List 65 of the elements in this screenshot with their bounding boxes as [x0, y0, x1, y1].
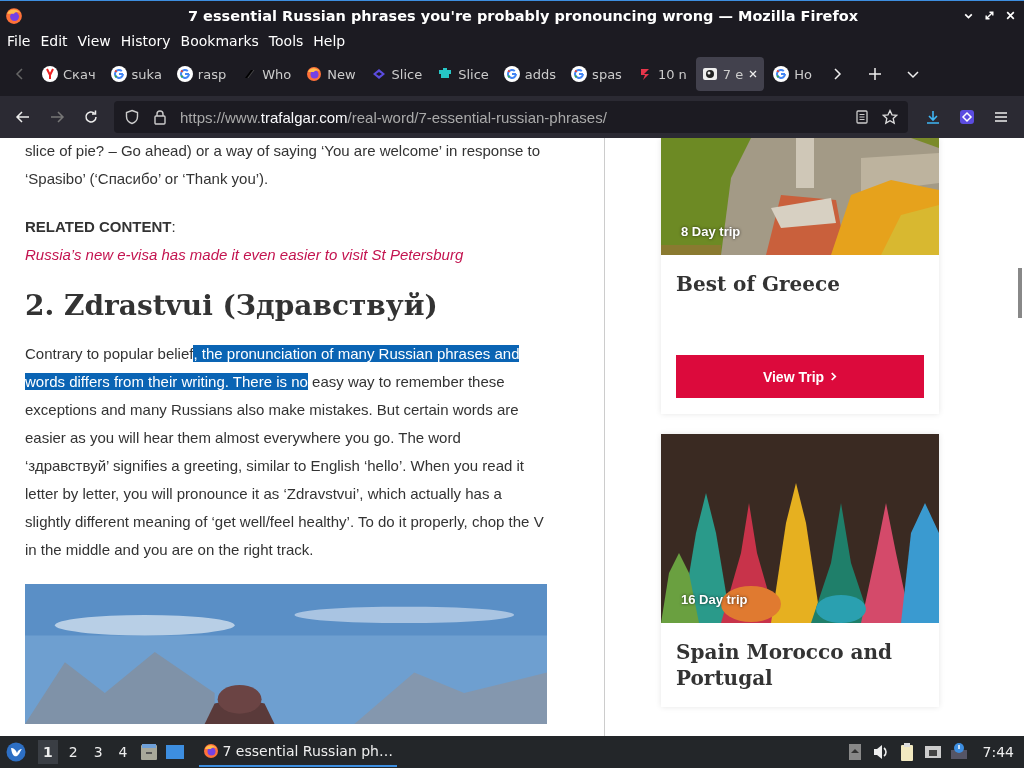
menu-item[interactable]: History: [115, 33, 176, 49]
trip-title: Spain Morocco and Portugal: [676, 639, 893, 691]
close-icon[interactable]: [748, 69, 759, 79]
firefox-icon: [202, 743, 219, 759]
article-paragraph: Contrary to popular belief, the pronunciation of many Russian phrases and words differs from their writing. There is no easy way to remember these exceptions and many Russians also make mistakes. But certain words are easier as you will hear them almost everywhere you go. The word ‘здравствуй’ signifies a greeting, similar to English ‘hello’. When you read it letter by letter, you will pronounce it as ‘Zdravstvui’, which actually has a slightly different meaning of ‘get well/feel healthy’. To do it properly, chop the V in the middle and you are on the right track.: [25, 344, 545, 560]
scrollbar[interactable]: [1018, 268, 1022, 318]
yandex-icon: [42, 66, 58, 82]
browser-tab[interactable]: adds: [497, 57, 563, 91]
google-icon: [110, 66, 127, 82]
shield-icon[interactable]: [124, 109, 140, 125]
workspace-button[interactable]: 3: [88, 740, 108, 764]
google-icon: [773, 66, 790, 82]
close-icon[interactable]: [1005, 10, 1016, 21]
lock-icon: [152, 109, 168, 125]
start-menu-icon[interactable]: [6, 742, 26, 762]
address-bar[interactable]: https://www.trafalgar.com/real-word/7-essential-russian-phrases/: [114, 101, 908, 133]
window-title: 7 essential Russian phrases you're probably pronouncing wrong — Mozilla Firefox: [186, 7, 860, 24]
browser-tab[interactable]: Slice: [431, 57, 495, 91]
browser-tab[interactable]: Скач: [36, 57, 102, 91]
reader-view-icon[interactable]: [854, 109, 870, 125]
star-icon[interactable]: [882, 109, 898, 125]
browser-tab[interactable]: Slice: [364, 57, 429, 91]
trip-title: Best of Greece: [676, 271, 841, 297]
view-trip-button[interactable]: View Trip: [676, 355, 924, 398]
firefox-icon: [306, 66, 323, 82]
menu-item[interactable]: File: [2, 33, 36, 49]
menu-icon[interactable]: [993, 109, 1009, 125]
menu-item[interactable]: Bookmarks: [175, 33, 264, 49]
workspace-button[interactable]: 1: [38, 740, 58, 764]
browser-tab[interactable]: 10 n: [630, 57, 693, 91]
browser-tab[interactable]: Who: [235, 57, 298, 91]
new-tab-icon[interactable]: [866, 66, 883, 82]
article-paragraph: slice of pie? – Go ahead) or a way of saying ‘You are welcome’ in response to ‘Spasibo’ (‘Спасибо’ or ‘Thank you’).: [25, 141, 542, 189]
related-article-link[interactable]: Russia’s new e-visa has made it even easier to visit St Petersburg: [25, 241, 464, 269]
menu-item[interactable]: Edit: [35, 33, 73, 49]
forward-icon[interactable]: [49, 109, 65, 125]
file-manager-icon[interactable]: [138, 742, 159, 762]
workspace-button[interactable]: 2: [63, 740, 83, 764]
section-heading: 2. Zdrastvui (Здравствуй): [25, 289, 439, 322]
browser-tab[interactable]: suka: [104, 57, 168, 91]
extension-icon[interactable]: [959, 109, 975, 125]
google-icon: [571, 66, 588, 82]
taskbar-task[interactable]: 7 essential Russian ph…: [198, 737, 397, 767]
google-icon: [503, 66, 520, 82]
back-icon[interactable]: [15, 109, 31, 125]
browser-tab[interactable]: Ho: [767, 57, 818, 91]
menu-item[interactable]: Help: [308, 33, 351, 49]
browser-tab[interactable]: spas: [565, 57, 628, 91]
menu-item[interactable]: Tools: [263, 33, 309, 49]
trip-duration: 16 Day trip: [681, 592, 748, 607]
firefox-icon: [5, 6, 23, 25]
google-icon: [176, 66, 193, 82]
clock: 7:44: [982, 744, 1014, 760]
maximize-icon[interactable]: [984, 10, 995, 21]
reload-icon[interactable]: [83, 109, 99, 125]
menu-item[interactable]: View: [72, 33, 116, 49]
chevron-right-icon: [830, 371, 838, 382]
download-icon[interactable]: [925, 109, 941, 125]
browser-tab[interactable]: 7 e: [695, 57, 765, 91]
workspace-button[interactable]: 4: [113, 740, 133, 764]
browser-tab[interactable]: rasp: [170, 57, 233, 91]
related-content: RELATED CONTENT: Russia’s new e-visa has made it even easier to visit St Petersburg: [25, 213, 547, 269]
notification-icon[interactable]: [948, 742, 969, 762]
browser-tab[interactable]: New: [300, 57, 362, 91]
desktop-icon[interactable]: [164, 742, 185, 762]
